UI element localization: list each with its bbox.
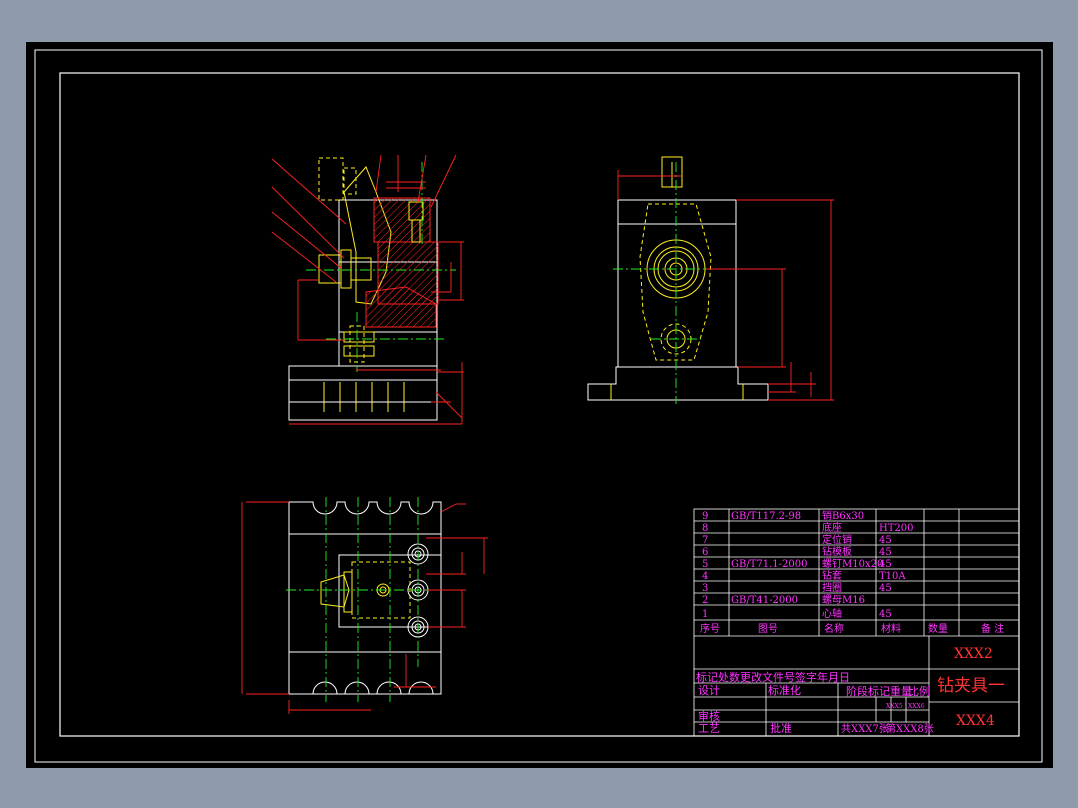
bom-row-name: 心轴 xyxy=(822,607,842,620)
bom-row-name: 螺钉M10x20 xyxy=(822,558,883,570)
bom-row-name: 螺母M16 xyxy=(822,594,865,606)
bom-header-name: 名称 xyxy=(824,622,844,635)
revision-row: 标记处数更改文件号签字年月日 xyxy=(696,670,850,684)
bom-row-no: 8 xyxy=(702,523,708,534)
bom-table: 9 GB/T117.2-98 销B6x30 8 底座 HT200 7 定位销 4… xyxy=(700,509,1004,635)
bom-row-no: 1 xyxy=(702,609,708,620)
bom-row-no: 4 xyxy=(702,571,708,582)
scale-label: 比例 xyxy=(908,684,930,698)
bom-row-material: 45 xyxy=(879,535,892,546)
bom-header-material: 材料 xyxy=(881,622,901,635)
stage-mark-label: 阶段标记 xyxy=(846,684,890,698)
review-label: 审核 xyxy=(698,709,720,723)
bom-row-no: 7 xyxy=(702,535,708,546)
title-block-grid xyxy=(693,508,1020,737)
bom-header-remarks: 备 注 xyxy=(981,622,1004,635)
drawing-number-bottom: XXX4 xyxy=(956,713,995,729)
bom-header-code: 图号 xyxy=(758,623,778,635)
small-label-2: XXX6 xyxy=(908,703,925,710)
sheet-number: 第XXX8张 xyxy=(886,722,934,735)
bom-row-material: HT200 xyxy=(879,523,913,534)
bom-row-name: 销B6x30 xyxy=(822,509,864,522)
bom-row-material: 45 xyxy=(879,559,892,570)
part-name: 钻夹具一 xyxy=(937,676,1005,696)
small-label-1: XXX5 xyxy=(886,703,903,710)
side-view xyxy=(587,156,834,404)
bom-row-code: GB/T41-2000 xyxy=(731,595,798,606)
front-view xyxy=(271,154,464,425)
bom-row-material: 45 xyxy=(879,609,892,620)
bom-row-name: 底座 xyxy=(822,521,842,534)
bom-header-qty: 数量 xyxy=(928,622,948,635)
approve-label: 批准 xyxy=(770,721,792,735)
process-label: 工艺 xyxy=(698,722,720,735)
design-label: 设计 xyxy=(698,684,720,697)
bom-row-name: 挡圈 xyxy=(822,581,842,594)
drawing-number-top: XXX2 xyxy=(954,646,993,662)
bom-row-code: GB/T117.2-98 xyxy=(731,511,801,522)
bom-row-no: 6 xyxy=(702,547,708,558)
cad-drawing: 9 GB/T117.2-98 销B6x30 8 底座 HT200 7 定位销 4… xyxy=(34,49,1043,763)
bom-row-material: 45 xyxy=(879,547,892,558)
standardization-label: 标准化 xyxy=(768,683,801,697)
top-view xyxy=(241,497,488,714)
inner-border xyxy=(59,72,1020,737)
drawing-sheet: 9 GB/T117.2-98 销B6x30 8 底座 HT200 7 定位销 4… xyxy=(26,42,1053,768)
bom-row-name: 钻套 xyxy=(822,569,842,582)
bom-row-name: 钻模板 xyxy=(822,545,852,558)
outer-border xyxy=(34,49,1043,763)
bom-row-material: 45 xyxy=(879,583,892,594)
total-sheets: 共XXX7张 xyxy=(841,723,889,735)
bom-header-no: 序号 xyxy=(700,622,720,635)
bom-row-no: 3 xyxy=(702,583,708,594)
bom-row-no: 9 xyxy=(702,511,708,522)
bom-row-name: 定位销 xyxy=(822,533,852,546)
bom-row-no: 2 xyxy=(702,595,708,606)
bom-row-material: T10A xyxy=(879,571,906,582)
bom-row-no: 5 xyxy=(702,559,708,570)
bom-row-code: GB/T71.1-2000 xyxy=(731,559,807,570)
